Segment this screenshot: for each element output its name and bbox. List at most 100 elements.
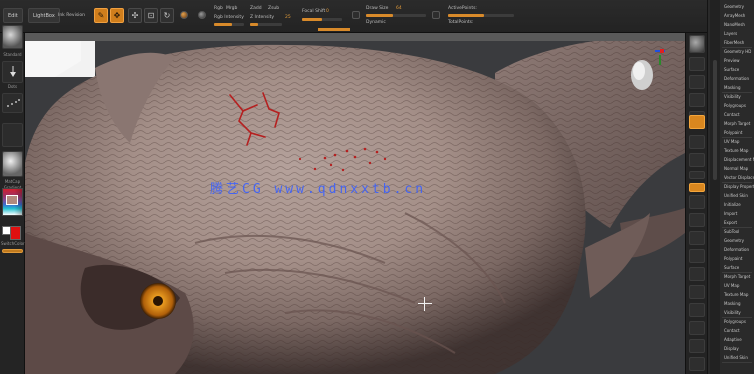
tray-item[interactable]: Geometry	[724, 238, 744, 243]
tray-item[interactable]: Import	[724, 211, 737, 216]
project-label: Ink Revision	[58, 13, 86, 18]
tray-item[interactable]: Geometry HD	[724, 49, 751, 54]
ghost-icon[interactable]	[689, 303, 705, 317]
texture-thumbnail[interactable]	[2, 123, 23, 147]
tray-separator	[722, 47, 752, 48]
tray-item[interactable]: UV Map	[724, 139, 739, 144]
tray-item[interactable]: Display Properties	[724, 184, 754, 189]
zoom-icon[interactable]	[689, 75, 705, 89]
tray-item[interactable]: Export	[724, 220, 737, 225]
rotate-mode-icon[interactable]: ↻	[160, 8, 174, 23]
edit-mode-icon[interactable]: ✥	[110, 8, 124, 23]
main-color-swatch[interactable]	[10, 226, 21, 240]
tray-item[interactable]: Surface	[724, 67, 739, 72]
bpr-render-icon[interactable]	[689, 35, 705, 53]
tray-item[interactable]: Geometry	[724, 4, 744, 9]
rgb-intensity-label: Rgb Intensity	[214, 15, 244, 20]
focal-label: Focal Shift	[302, 9, 326, 14]
active-points-bar	[448, 14, 514, 17]
tray-item[interactable]: Unified Skin	[724, 193, 748, 198]
tray-item[interactable]: NanoMesh	[724, 22, 745, 27]
brush-thumbnail[interactable]	[2, 25, 23, 49]
tray-separator	[722, 362, 752, 363]
tray-item[interactable]: Masking	[724, 301, 741, 306]
tray-item[interactable]: Texture Map	[724, 148, 748, 153]
tray-scrollbar[interactable]	[710, 0, 720, 374]
top-shelf: Edit LightBox Ink Revision ✎ ✥ ✣ ⊡ ↻ Rgb…	[0, 0, 754, 33]
tray-item[interactable]: FiberMesh	[724, 40, 744, 45]
tray-item[interactable]: Contact	[724, 328, 740, 333]
solo-icon[interactable]	[689, 321, 705, 335]
brush-swatch-icon[interactable]	[198, 11, 206, 19]
dynamic-label: Dynamic	[366, 20, 386, 25]
scroll-icon[interactable]	[689, 57, 705, 71]
stroke-thumbnail[interactable]	[2, 61, 23, 83]
tray-item[interactable]: Morph Target	[724, 121, 750, 126]
tray-item[interactable]: Masking	[724, 85, 741, 90]
move-mode-icon[interactable]: ✣	[128, 8, 142, 23]
tray-item[interactable]: UV Map	[724, 283, 739, 288]
tray-item[interactable]: Deformation	[724, 247, 749, 252]
dynamic-toggle-icon[interactable]	[352, 11, 360, 19]
active-points-label: ActivePoints:	[448, 6, 477, 11]
tray-item[interactable]: Contact	[724, 112, 740, 117]
xyz-icon[interactable]	[689, 171, 705, 179]
lightbox-button[interactable]: LightBox	[28, 8, 60, 23]
switch-color-button[interactable]	[2, 249, 23, 253]
extra-icon[interactable]	[689, 357, 705, 371]
tray-item[interactable]: Initialize	[724, 202, 741, 207]
z-intensity-slider[interactable]	[250, 23, 282, 26]
tray-item[interactable]: Normal Map	[724, 166, 748, 171]
tray-item[interactable]: SubTool	[724, 229, 739, 234]
scale-icon[interactable]	[689, 231, 705, 245]
draw-size-label: Draw Size	[366, 6, 389, 11]
local-icon[interactable]	[689, 153, 705, 167]
tray-item[interactable]: Polygroups	[724, 319, 746, 324]
persp-icon[interactable]	[689, 115, 705, 129]
tray-item[interactable]: Unified Skin	[724, 355, 748, 360]
stroke-dots-icon	[10, 66, 16, 77]
rgb-intensity-slider[interactable]	[214, 23, 244, 26]
tray-item[interactable]: Visibility	[724, 94, 741, 99]
tray-item[interactable]: ArrayMesh	[724, 13, 745, 18]
draw-mode-icon[interactable]: ✎	[94, 8, 108, 23]
rotate-icon[interactable]	[689, 249, 705, 263]
tray-item[interactable]: Adaptive	[724, 337, 742, 342]
tray-item[interactable]: Preview	[724, 58, 740, 63]
move-icon[interactable]	[689, 213, 705, 227]
scale-mode-icon[interactable]: ⊡	[144, 8, 158, 23]
material-thumbnail[interactable]	[2, 151, 23, 177]
tray-item[interactable]: Deformation	[724, 76, 749, 81]
tray-item[interactable]: Morph Target	[724, 274, 750, 279]
xyz-active-icon[interactable]	[689, 183, 705, 192]
tray-item[interactable]: Surface	[724, 265, 739, 270]
actual-icon[interactable]	[689, 93, 705, 107]
focal-slider[interactable]	[302, 18, 342, 21]
navigation-gizmo-icon[interactable]	[625, 45, 670, 100]
tray-item[interactable]: Display	[724, 346, 739, 351]
tray-item[interactable]: Polygroups	[724, 103, 746, 108]
tray-item[interactable]: Texture Map	[724, 292, 748, 297]
floor-icon[interactable]	[689, 135, 705, 149]
tray-item[interactable]: Visibility	[724, 310, 741, 315]
tray-item[interactable]: Displacement Map	[724, 157, 754, 162]
frame-icon[interactable]	[689, 195, 705, 209]
lightbox-toggle-icon[interactable]	[432, 11, 440, 19]
transp-icon[interactable]	[689, 285, 705, 299]
draw-size-slider[interactable]	[366, 14, 426, 17]
color-picker[interactable]	[2, 188, 23, 216]
xpose-icon[interactable]	[689, 339, 705, 353]
stroke-label: Dots	[7, 84, 18, 89]
tray-item[interactable]: Vector Displacement	[724, 175, 754, 180]
tray-item[interactable]: Polypaint	[724, 256, 742, 261]
tray-item[interactable]: Layers	[724, 31, 737, 36]
viewport-canvas[interactable]	[25, 33, 685, 374]
tool-tray: Geometry ArrayMesh NanoMesh Layers FiberMesh…	[707, 0, 754, 374]
edit-button[interactable]: Edit	[3, 8, 23, 23]
polyf-icon[interactable]	[689, 267, 705, 281]
tray-scroll-thumb[interactable]	[713, 60, 717, 180]
material-swatch-icon[interactable]	[180, 11, 188, 19]
brush-label: Standard	[3, 52, 22, 57]
alpha-thumbnail[interactable]	[2, 93, 23, 113]
tray-item[interactable]: Polypaint	[724, 130, 742, 135]
